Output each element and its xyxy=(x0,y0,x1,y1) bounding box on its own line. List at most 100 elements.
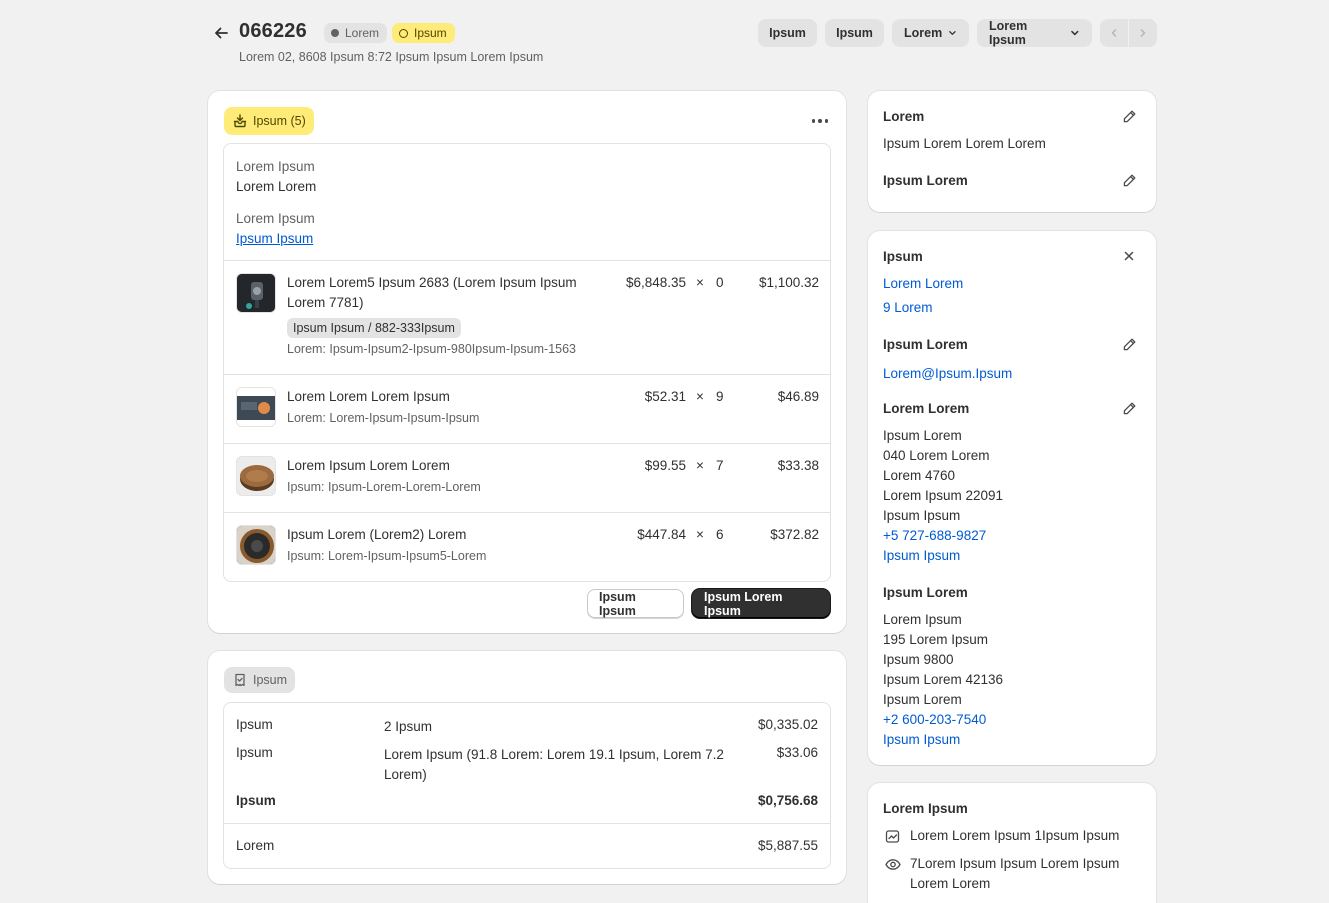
fulfillment-items-box: Lorem Ipsum Lorem Lorem Lorem Ipsum Ipsu… xyxy=(223,143,831,582)
sku-text: Ipsum: Lorem-Ipsum-Ipsum5-Lorem xyxy=(287,549,487,563)
pencil-icon xyxy=(1123,338,1135,350)
product-name-link[interactable]: Lorem Lorem5 Ipsum 2683 (Lorem Ipsum Ips… xyxy=(287,273,607,313)
delivery-label: Lorem Ipsum xyxy=(236,211,315,226)
product-name-link[interactable]: Lorem Ipsum Lorem Lorem xyxy=(287,456,450,476)
line-item: Lorem Ipsum Lorem Lorem Ipsum: Ipsum-Lor… xyxy=(224,443,831,512)
location-label: Lorem Ipsum xyxy=(236,159,315,174)
product-image[interactable] xyxy=(236,456,276,496)
product-name-line: Lorem Lorem5 Ipsum 2683 (Lorem Ipsum Ips… xyxy=(287,275,577,290)
address-line: Lorem Ipsum xyxy=(883,612,962,627)
quantity: 6 xyxy=(716,527,724,542)
customer-email-link[interactable]: Lorem@Ipsum.Ipsum xyxy=(883,364,1012,384)
address-line: Ipsum Lorem xyxy=(883,428,962,443)
eye-icon xyxy=(885,857,901,875)
shipping-phone-link[interactable]: +5 727-688-9827 xyxy=(883,526,1003,546)
divider xyxy=(224,823,830,824)
shipping-map-link[interactable]: Ipsum Ipsum xyxy=(883,546,1003,566)
address-line: Lorem 4760 xyxy=(883,468,956,483)
summary-label: Ipsum xyxy=(236,745,273,760)
address-line: 195 Lorem Ipsum xyxy=(883,632,989,647)
next-order-button[interactable] xyxy=(1129,19,1157,47)
product-image[interactable] xyxy=(236,273,276,313)
fulfillment-status-badge: Ipsum (5) xyxy=(224,107,314,135)
payment-status-badge: Ipsum xyxy=(224,667,296,693)
button-label: Lorem Ipsum xyxy=(989,19,1028,47)
billing-address: Lorem Ipsum 195 Lorem Ipsum Ipsum 9800 I… xyxy=(883,610,1003,750)
chevron-down-icon xyxy=(949,31,956,35)
conversion-icon xyxy=(885,829,900,847)
pencil-icon xyxy=(1123,402,1135,414)
chevron-down-icon xyxy=(1071,30,1079,36)
dot-icon xyxy=(331,29,339,37)
unit-price: $99.55 xyxy=(644,458,686,473)
remove-customer-button[interactable] xyxy=(1118,245,1140,267)
shipping-address: Ipsum Lorem 040 Lorem Lorem Lorem 4760 L… xyxy=(883,426,1003,566)
summary-amount: $33.06 xyxy=(776,745,818,760)
fulfillment-icon xyxy=(233,114,247,128)
billing-phone-link[interactable]: +2 600-203-7540 xyxy=(883,710,1003,730)
conversion-line: 7Lorem Ipsum Ipsum Lorem Ipsum xyxy=(910,856,1120,871)
line-total: $33.38 xyxy=(777,458,819,473)
product-name-link[interactable]: Ipsum Lorem (Lorem2) Lorem xyxy=(287,525,466,545)
product-thumbnail-art xyxy=(237,526,275,564)
product-image[interactable] xyxy=(236,387,276,427)
header-action-button-1[interactable]: Ipsum xyxy=(758,19,817,47)
fulfill-items-button[interactable]: Ipsum Lorem Ipsum xyxy=(692,589,830,618)
conversion-row-sessions: 7Lorem Ipsum Ipsum Lorem Ipsum Lorem Lor… xyxy=(910,854,1119,894)
product-thumbnail-art xyxy=(237,274,275,312)
back-button[interactable] xyxy=(210,22,232,44)
payment-badge-label: Ipsum xyxy=(253,673,288,687)
line-item: Lorem Lorem5 Ipsum 2683 (Lorem Ipsum Ips… xyxy=(224,260,831,374)
chevron-left-icon xyxy=(1111,29,1117,37)
chevron-right-icon xyxy=(1140,29,1146,37)
customer-orders-link[interactable]: 9 Lorem xyxy=(883,298,933,318)
notes-text: Ipsum Lorem Lorem Lorem xyxy=(883,136,1046,151)
summary-description: Lorem Ipsum (91.8 Lorem: Lorem 19.1 Ipsu… xyxy=(384,745,734,785)
summary-amount: $5,887.55 xyxy=(757,838,818,853)
line-item: Lorem Lorem Lorem Ipsum Lorem: Lorem-Ips… xyxy=(224,374,831,443)
summary-description-line: Lorem Ipsum (91.8 Lorem: Lorem 19.1 Ipsu… xyxy=(384,747,724,762)
quantity: 9 xyxy=(716,389,724,404)
header-dropdown-button-2[interactable]: Lorem Ipsum xyxy=(977,19,1092,47)
product-name-link[interactable]: Lorem Lorem Lorem Ipsum xyxy=(287,387,450,407)
multiply-sign: × xyxy=(696,458,704,473)
address-line: Ipsum Lorem xyxy=(883,692,962,707)
billing-map-link[interactable]: Ipsum Ipsum xyxy=(883,730,1003,750)
status-badge-fulfillment: Ipsum xyxy=(392,23,455,43)
fulfillment-badge-label: Ipsum (5) xyxy=(253,114,306,128)
edit-details-button[interactable] xyxy=(1118,169,1140,191)
fulfillment-card: Ipsum (5) Lorem Ipsum Lorem Lorem Lorem … xyxy=(208,91,846,633)
pencil-icon xyxy=(1123,110,1135,122)
previous-order-button[interactable] xyxy=(1100,19,1129,47)
button-label: Ipsum xyxy=(836,26,873,40)
close-icon xyxy=(1124,251,1134,261)
customer-name-link[interactable]: Lorem Lorem xyxy=(883,274,963,294)
more-actions-button[interactable] xyxy=(808,109,832,133)
delivery-link[interactable]: Ipsum Ipsum xyxy=(236,231,313,246)
multiply-sign: × xyxy=(696,527,704,542)
edit-notes-button[interactable] xyxy=(1118,105,1140,127)
multiply-sign: × xyxy=(696,275,704,290)
header-action-button-2[interactable]: Ipsum xyxy=(825,19,884,47)
summary-label: Lorem xyxy=(236,838,275,853)
product-thumbnail-art xyxy=(237,388,275,426)
shipping-address-title: Lorem Lorem xyxy=(883,401,970,416)
contact-info-title: Ipsum Lorem xyxy=(883,337,968,352)
sku-text: Lorem: Lorem-Ipsum-Ipsum-Ipsum xyxy=(287,411,480,425)
unit-price: $6,848.35 xyxy=(625,275,686,290)
status-badge-label: Lorem xyxy=(345,26,380,40)
line-total: $46.89 xyxy=(777,389,819,404)
secondary-fulfill-button[interactable]: Ipsum Ipsum xyxy=(587,589,684,618)
summary-label: Ipsum xyxy=(236,717,273,732)
header-dropdown-button-1[interactable]: Lorem xyxy=(892,19,969,47)
additional-details-title: Ipsum Lorem xyxy=(883,173,968,188)
page-title: 066226 xyxy=(239,20,307,42)
unit-price: $52.31 xyxy=(644,389,686,404)
product-image[interactable] xyxy=(236,525,276,565)
receipt-icon xyxy=(235,673,245,687)
summary-description-line: Lorem) xyxy=(384,767,427,782)
multiply-sign: × xyxy=(696,389,704,404)
summary-label: Ipsum xyxy=(236,793,276,808)
edit-contact-button[interactable] xyxy=(1118,333,1140,355)
edit-shipping-button[interactable] xyxy=(1118,397,1140,419)
